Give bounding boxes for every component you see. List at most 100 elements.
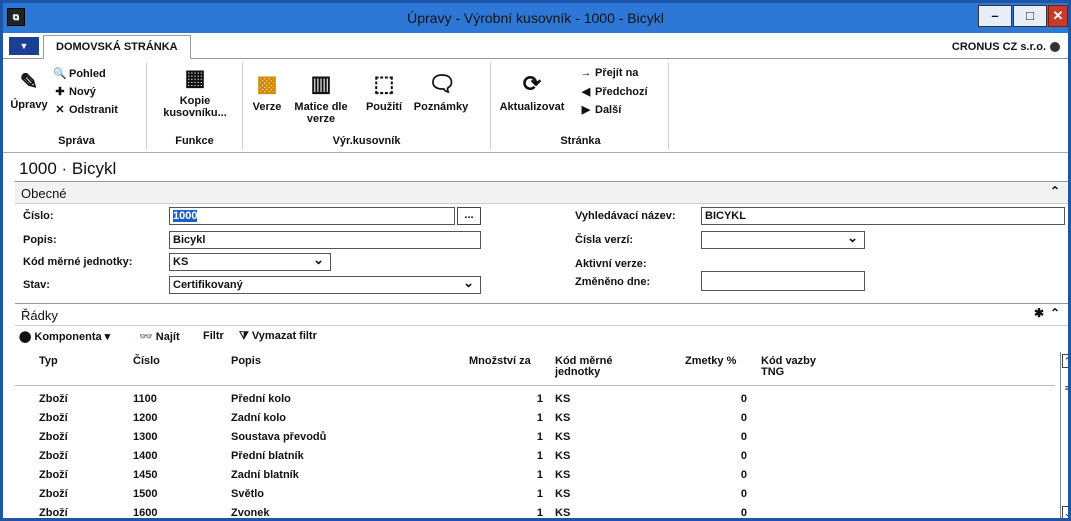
cell-popis[interactable]: Přední kolo: [231, 393, 291, 405]
cell-zmetky[interactable]: 0: [741, 469, 747, 481]
refresh-button[interactable]: ⟳ Aktualizovat: [497, 71, 567, 113]
cell-typ[interactable]: Zboží: [39, 431, 68, 443]
filter-button[interactable]: Filtr: [203, 330, 224, 342]
cell-popis[interactable]: Světlo: [231, 488, 264, 500]
fasttab-general-header[interactable]: Obecné ⌃: [15, 182, 1068, 204]
cell-zmetky[interactable]: 0: [741, 412, 747, 424]
cislo-field[interactable]: 1000: [169, 207, 455, 225]
table-row[interactable]: Zboží 1450 Zadní blatník 1 KS 0: [15, 466, 1055, 484]
cell-typ[interactable]: Zboží: [39, 469, 68, 481]
app-menu-button[interactable]: ▼: [9, 37, 39, 55]
minimize-button[interactable]: –: [978, 5, 1012, 27]
cell-zmetky[interactable]: 0: [741, 450, 747, 462]
cell-zmetky[interactable]: 0: [741, 488, 747, 500]
maximize-button[interactable]: □: [1013, 5, 1047, 27]
pin-icon[interactable]: ✱: [1034, 306, 1044, 320]
cell-typ[interactable]: Zboží: [39, 393, 68, 405]
versions-button[interactable]: ▩ Verze: [247, 71, 287, 113]
cell-kod[interactable]: KS: [555, 393, 570, 405]
find-button[interactable]: 👓 Najít: [139, 330, 180, 343]
copy-bom-button[interactable]: ▦ Kopie kusovníku...: [155, 65, 235, 119]
table-row[interactable]: Zboží 1200 Zadní kolo 1 KS 0: [15, 409, 1055, 427]
delete-button[interactable]: ✕ Odstranit: [53, 103, 118, 116]
popis-field[interactable]: Bicykl: [169, 231, 481, 249]
col-mnozstvi[interactable]: Množství za: [469, 356, 531, 367]
component-menu[interactable]: ⬤ Komponenta ▾: [19, 330, 110, 343]
cell-zmetky[interactable]: 0: [741, 431, 747, 443]
cell-mnozstvi[interactable]: 1: [537, 431, 543, 443]
vertical-scrollbar[interactable]: ⌃ ≡ ⌄: [1060, 352, 1068, 518]
cell-kod[interactable]: KS: [555, 450, 570, 462]
cell-kod[interactable]: KS: [555, 431, 570, 443]
cell-cislo[interactable]: 1100: [133, 393, 157, 405]
cell-kod[interactable]: KS: [555, 412, 570, 424]
cell-mnozstvi[interactable]: 1: [537, 469, 543, 481]
cell-cislo[interactable]: 1400: [133, 450, 157, 462]
matrix-button[interactable]: ▥ Matice dle verze: [289, 71, 353, 125]
table-row[interactable]: Zboží 1100 Přední kolo 1 KS 0: [15, 390, 1055, 408]
cell-mnozstvi[interactable]: 1: [537, 488, 543, 500]
cell-mnozstvi[interactable]: 1: [537, 450, 543, 462]
cell-mnozstvi[interactable]: 1: [537, 412, 543, 424]
cell-typ[interactable]: Zboží: [39, 412, 68, 424]
cell-cislo[interactable]: 1300: [133, 431, 157, 443]
kod-select[interactable]: KS: [169, 253, 331, 271]
stav-select[interactable]: Certifikovaný: [169, 276, 481, 294]
col-typ[interactable]: Typ: [39, 356, 58, 367]
next-button[interactable]: ▶ Další: [579, 103, 622, 116]
cell-kod[interactable]: KS: [555, 488, 570, 500]
delete-icon: ✕: [55, 104, 65, 116]
cell-zmetky[interactable]: 0: [741, 507, 747, 518]
table-row[interactable]: Zboží 1400 Přední blatník 1 KS 0: [15, 447, 1055, 465]
cell-popis[interactable]: Zadní blatník: [231, 469, 299, 481]
cell-cislo[interactable]: 1500: [133, 488, 157, 500]
cell-mnozstvi[interactable]: 1: [537, 393, 543, 405]
cell-typ[interactable]: Zboží: [39, 507, 68, 518]
fasttab-lines-header[interactable]: Řádky ✱ ⌃: [15, 304, 1068, 326]
goto-button[interactable]: → Přejít na: [579, 67, 639, 79]
vyhl-field[interactable]: BICYKL: [701, 207, 1065, 225]
clear-filter-button[interactable]: ⧩ Vymazat filtr: [239, 330, 317, 343]
table-row[interactable]: Zboží 1500 Světlo 1 KS 0: [15, 485, 1055, 503]
col-cislo[interactable]: Číslo: [133, 356, 160, 367]
collapse-lines-icon[interactable]: ⌃: [1050, 306, 1060, 320]
col-kod[interactable]: Kód měrné jednotky: [555, 356, 612, 378]
col-popis[interactable]: Popis: [231, 356, 261, 367]
scroll-thumb[interactable]: ≡: [1062, 382, 1068, 396]
lookup-button[interactable]: ...: [457, 207, 481, 225]
cell-typ[interactable]: Zboží: [39, 488, 68, 500]
help-icon[interactable]: [1050, 42, 1060, 53]
cell-popis[interactable]: Soustava převodů: [231, 431, 326, 443]
tab-home[interactable]: DOMOVSKÁ STRÁNKA: [43, 35, 191, 59]
cell-cislo[interactable]: 1450: [133, 469, 157, 481]
edit-button[interactable]: ✎ Úpravy: [9, 69, 49, 111]
zmeneno-field[interactable]: [701, 271, 865, 291]
cell-zmetky[interactable]: 0: [741, 393, 747, 405]
company-name[interactable]: CRONUS CZ s.r.o.: [952, 41, 1060, 53]
cisla-verzi-select[interactable]: [701, 231, 865, 249]
scroll-up-icon[interactable]: ⌃: [1062, 354, 1068, 368]
cell-cislo[interactable]: 1200: [133, 412, 157, 424]
col-vazba[interactable]: Kód vazby TNG: [761, 356, 816, 378]
cell-popis[interactable]: Zadní kolo: [231, 412, 286, 424]
collapse-icon[interactable]: ⌃: [1050, 184, 1060, 198]
cell-kod[interactable]: KS: [555, 507, 570, 518]
cell-typ[interactable]: Zboží: [39, 450, 68, 462]
where-used-button[interactable]: ⬚ Použití: [359, 71, 409, 113]
col-zmetky[interactable]: Zmetky %: [685, 356, 736, 367]
ribbon-group-sprava: ✎ Úpravy 🔍 Pohled ✚ Nový ✕ Odstranit Správa: [7, 63, 147, 149]
cell-kod[interactable]: KS: [555, 469, 570, 481]
table-row[interactable]: Zboží 1300 Soustava převodů 1 KS 0: [15, 428, 1055, 446]
notes-button[interactable]: 🗨 Poznámky: [411, 71, 471, 113]
cell-mnozstvi[interactable]: 1: [537, 507, 543, 518]
scroll-down-icon[interactable]: ⌄: [1062, 506, 1068, 518]
cell-popis[interactable]: Přední blatník: [231, 450, 304, 462]
previous-button[interactable]: ◀ Předchozí: [579, 85, 648, 98]
view-button[interactable]: 🔍 Pohled: [53, 67, 106, 80]
cell-cislo[interactable]: 1600: [133, 507, 157, 518]
cell-popis[interactable]: Zvonek: [231, 507, 270, 518]
new-button[interactable]: ✚ Nový: [53, 85, 96, 98]
table-row[interactable]: Zboží 1600 Zvonek 1 KS 0: [15, 504, 1055, 518]
close-button[interactable]: ✕: [1048, 5, 1068, 27]
delete-label: Odstranit: [69, 104, 118, 116]
